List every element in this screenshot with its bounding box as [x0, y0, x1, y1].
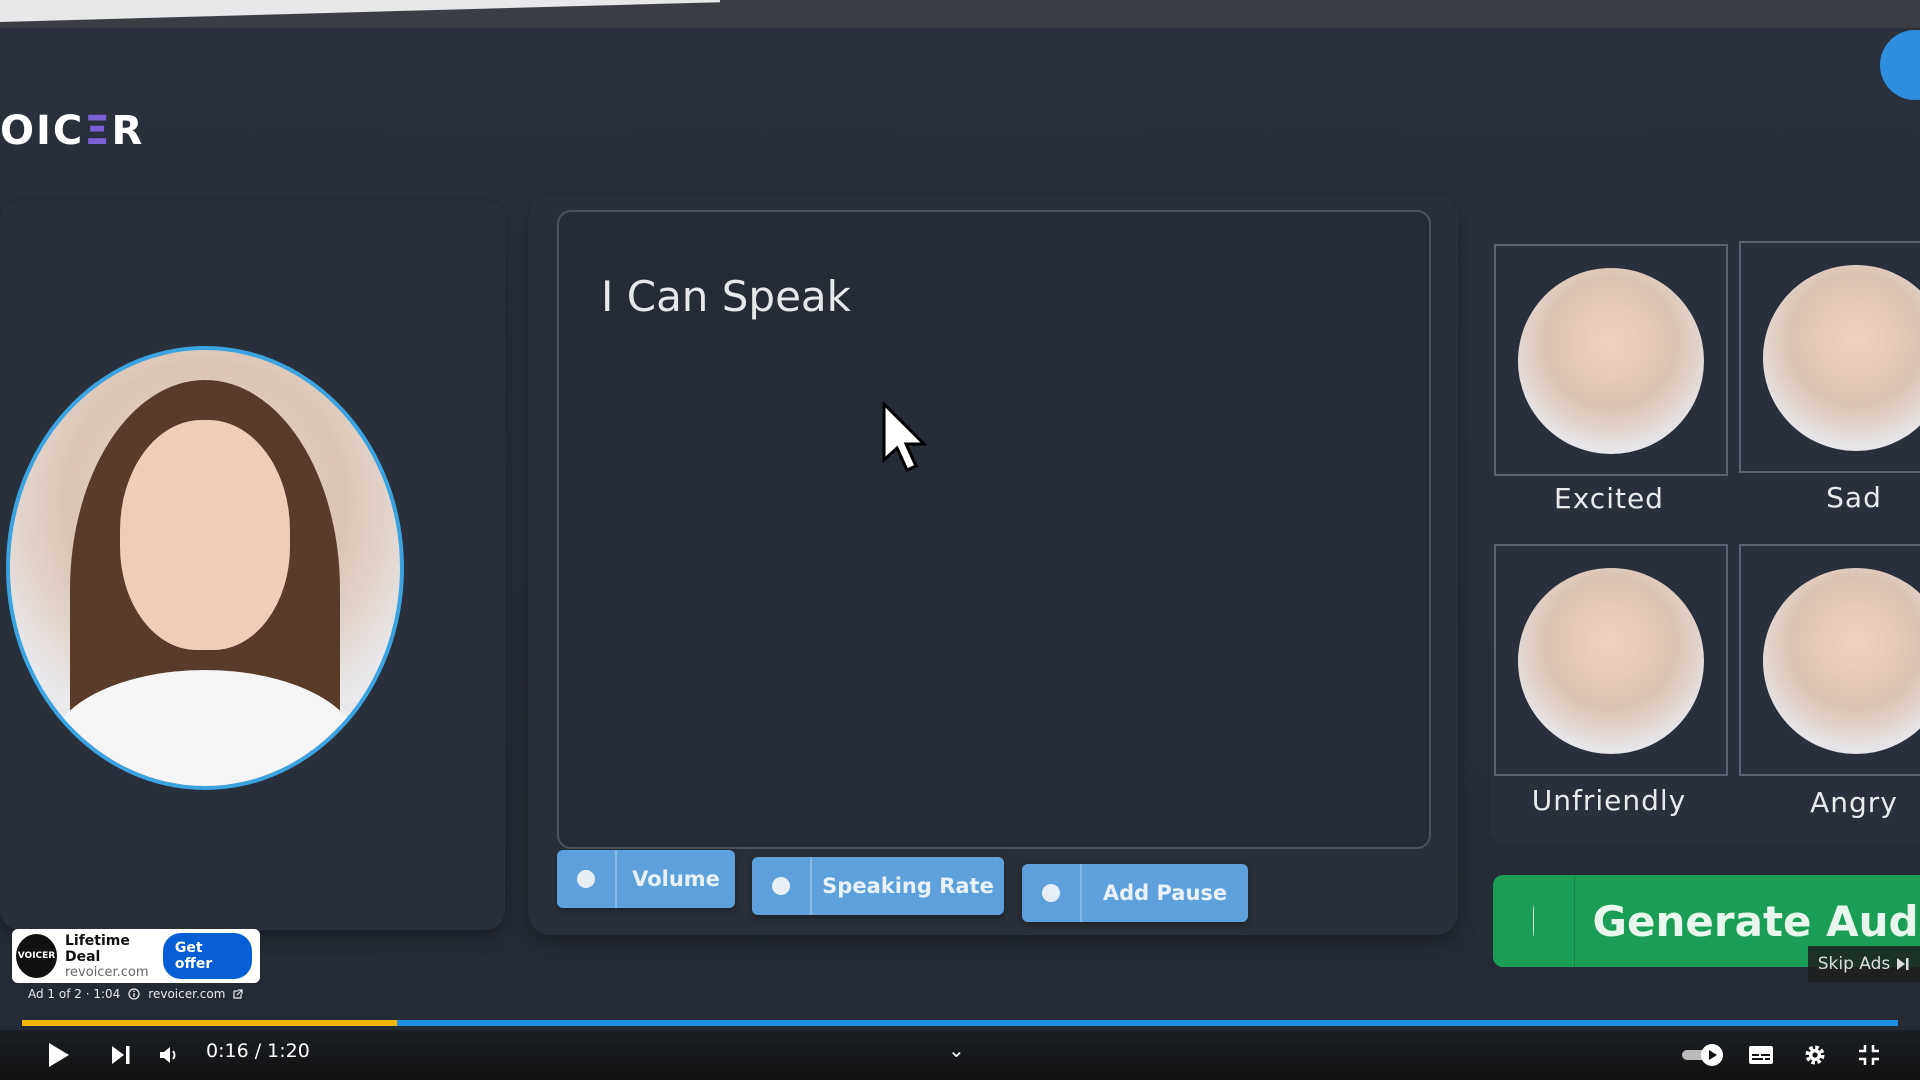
next-button[interactable]	[106, 1040, 136, 1070]
toggle-dot-icon	[577, 870, 595, 888]
voice-avatar-image	[6, 346, 404, 790]
app-logo: OICΞR	[0, 108, 145, 154]
exit-fullscreen-button[interactable]	[1854, 1040, 1884, 1070]
get-offer-button[interactable]: Get offer	[162, 933, 253, 979]
emotion-label: Unfriendly	[1531, 784, 1687, 817]
mouse-pointer-icon	[882, 402, 928, 472]
play-icon	[49, 1043, 69, 1067]
subtitles-button[interactable]	[1746, 1040, 1776, 1070]
play-button[interactable]	[44, 1040, 74, 1070]
info-icon[interactable]	[128, 988, 140, 1000]
settings-button[interactable]	[1800, 1040, 1830, 1070]
external-link-icon	[233, 989, 243, 999]
chevron-down-icon[interactable]: ⌄	[948, 1038, 965, 1062]
script-text: I Can Speak	[601, 272, 851, 321]
subtitles-icon	[1749, 1046, 1773, 1064]
advertiser-logo: VOICER	[16, 934, 57, 978]
volume-icon	[160, 1047, 176, 1063]
ad-card[interactable]: VOICER Lifetime Deal revoicer.com Get of…	[12, 929, 260, 983]
toggle-dot-icon	[1533, 905, 1535, 937]
exit-fullscreen-icon	[1859, 1045, 1879, 1065]
speaking-rate-button[interactable]: Speaking Rate	[752, 857, 1004, 915]
script-text-input[interactable]: I Can Speak	[557, 210, 1431, 849]
emotion-label: Sad	[1826, 481, 1882, 514]
ad-meta: Ad 1 of 2 · 1:04 revoicer.com	[28, 987, 243, 1001]
ad-link[interactable]: revoicer.com	[148, 987, 225, 1001]
skip-next-icon	[1897, 958, 1909, 970]
emotion-card-sad[interactable]	[1739, 241, 1920, 473]
autoplay-toggle[interactable]	[1680, 1040, 1726, 1070]
toggle-dot-icon	[1042, 884, 1060, 902]
skip-next-icon	[112, 1046, 130, 1064]
emotion-card-unfriendly[interactable]	[1494, 544, 1728, 776]
add-pause-button[interactable]: Add Pause	[1022, 864, 1248, 922]
skip-ads-button[interactable]: Skip Ads	[1808, 946, 1920, 982]
emotion-card-excited[interactable]	[1494, 244, 1728, 476]
ad-title: Lifetime Deal	[64, 932, 130, 965]
video-progress-bar[interactable]	[22, 1020, 1898, 1026]
toggle-dot-icon	[772, 877, 790, 895]
autoplay-toggle-icon	[1682, 1044, 1723, 1066]
gear-icon	[1805, 1045, 1825, 1065]
ad-domain: revoicer.com	[64, 964, 149, 980]
mute-button[interactable]	[154, 1040, 184, 1070]
emotion-label: Excited	[1554, 482, 1664, 515]
time-display: 0:16 / 1:20	[206, 1040, 310, 1062]
emotion-card-angry[interactable]	[1739, 544, 1920, 776]
volume-button[interactable]: Volume	[557, 850, 735, 908]
emotion-label: Angry	[1810, 786, 1898, 819]
